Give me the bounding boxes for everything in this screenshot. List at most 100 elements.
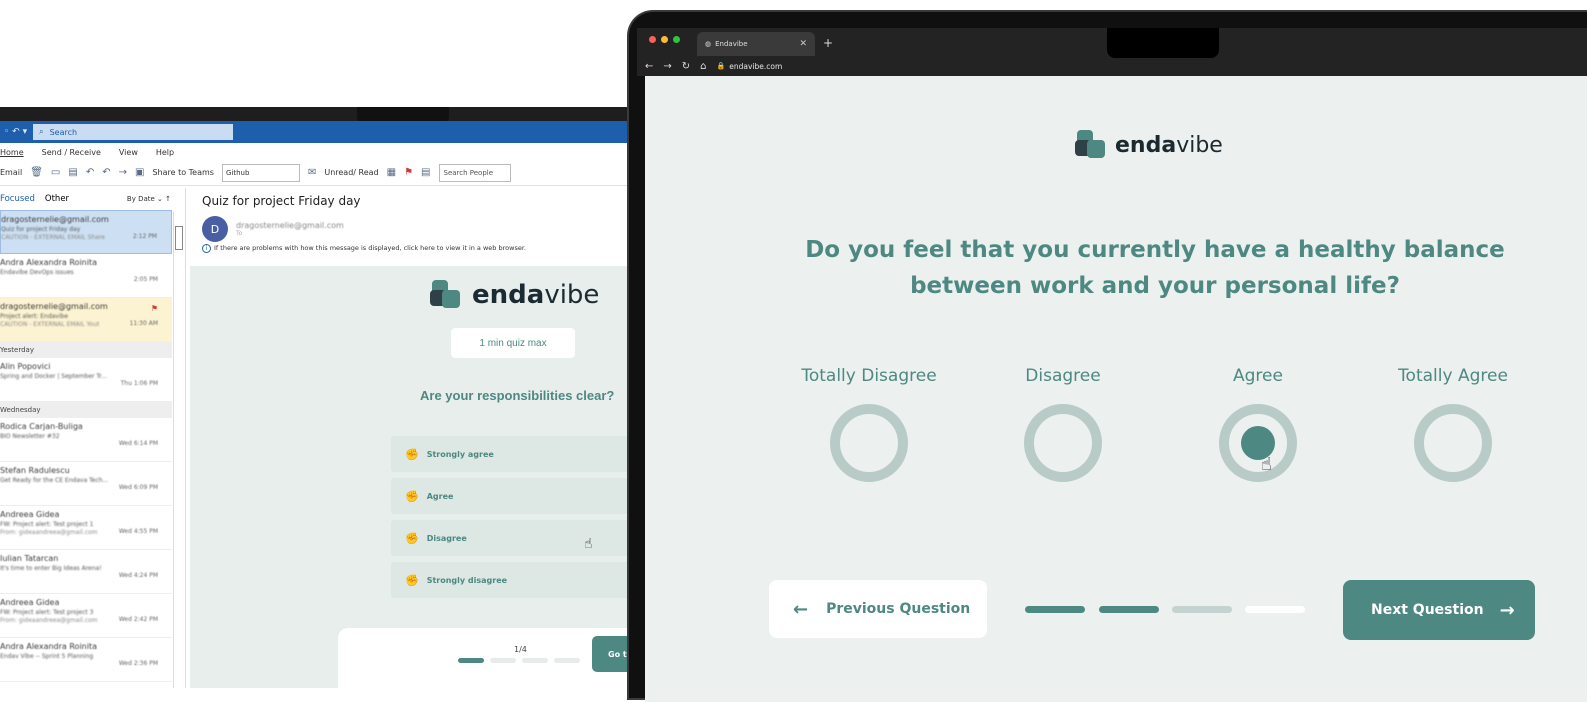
outlook-search-box[interactable]: ⌕ Search: [33, 124, 234, 140]
menu-view[interactable]: View: [119, 148, 138, 160]
sender-row: D dragosternelie@gmail.com To: [190, 208, 640, 242]
mail-subject: Endav Vibe -- Sprint 5 Planning: [0, 653, 94, 660]
quiz-duration-badge: 1 min quiz max: [451, 328, 575, 358]
maximize-window-icon[interactable]: [673, 36, 680, 43]
mail-time: Wed 6:09 PM: [118, 484, 158, 491]
forward-icon[interactable]: →: [119, 167, 127, 178]
menu-help[interactable]: Help: [156, 148, 174, 160]
mail-from: Andra Alexandra Roinita: [0, 258, 97, 267]
message-subject: Quiz for project Friday day: [202, 194, 361, 208]
new-tab-icon[interactable]: +: [823, 36, 833, 50]
group-header-wednesday[interactable]: Wednesday: [0, 402, 172, 418]
sort-dropdown[interactable]: By Date ⌄ ↑: [127, 195, 171, 203]
choice-label: Totally Disagree: [801, 366, 937, 386]
forward-icon[interactable]: →: [663, 61, 671, 72]
lock-icon: 🔒: [716, 62, 726, 70]
reply-icon[interactable]: ↶: [86, 167, 94, 178]
option-label: Strongly disagree: [426, 575, 508, 585]
browser-tab[interactable]: ◍ Endavibe ✕: [697, 32, 815, 56]
back-icon[interactable]: ←: [645, 61, 653, 72]
list-item[interactable]: Andra Alexandra Roinita Endav Vibe -- Sp…: [0, 638, 172, 682]
mail-from: dragosternelie@gmail.com: [0, 302, 108, 311]
choice-totally-agree[interactable]: Totally Agree: [1353, 366, 1553, 482]
choice-radio[interactable]: [830, 404, 908, 482]
group-header-yesterday[interactable]: Yesterday: [0, 342, 172, 358]
list-item[interactable]: Andra Alexandra Roinita Endavibe DevOps …: [0, 254, 172, 298]
thumbs-up-icon: ✊: [405, 447, 419, 461]
survey-question: Do you feel that you currently have a he…: [805, 237, 1505, 299]
mail-subject: Quiz for project Friday day: [1, 226, 81, 233]
choice-agree[interactable]: Agree: [1158, 366, 1358, 482]
previous-question-button[interactable]: ← Previous Question: [769, 580, 987, 638]
policy-icon[interactable]: ▤: [421, 167, 430, 178]
delete-icon[interactable]: 🗑: [30, 167, 43, 178]
avatar[interactable]: D: [202, 216, 228, 242]
new-email-button[interactable]: Email: [0, 168, 22, 177]
archive-icon[interactable]: ▭: [51, 167, 60, 178]
mail-time: 2:12 PM: [132, 233, 157, 240]
progress-step-1: [1025, 606, 1085, 613]
list-item[interactable]: Andreea Gidea FW: Project alert: Test pr…: [0, 594, 172, 638]
mail-time: Wed 2:42 PM: [118, 616, 158, 623]
address-bar[interactable]: 🔒 endavibe.com: [717, 62, 783, 71]
ribbon-toolbar: Email 🗑 ▭ ▤ ↶ ↶ → ▣ Share to Teams Githu…: [0, 160, 640, 186]
endavibe-logo-icon: [1075, 130, 1105, 158]
option-strongly-agree[interactable]: ✊ Strongly agree: [391, 436, 640, 472]
categorize-icon[interactable]: ▦: [387, 167, 396, 178]
next-question-button[interactable]: Next Question →: [1343, 580, 1535, 640]
progress-segment: [554, 658, 580, 663]
close-tab-icon[interactable]: ✕: [799, 39, 807, 49]
outlook-titlebar: ◦ ↶ ▾ ⌕ Search: [0, 121, 640, 143]
list-item[interactable]: dragosternelie@gmail.com Quiz for projec…: [0, 210, 172, 254]
unread-read-button[interactable]: Unread/ Read: [324, 168, 378, 177]
list-item[interactable]: Andreea Gidea FW: Project alert: Test pr…: [0, 506, 172, 550]
mail-from: Alin Popovici: [0, 362, 51, 371]
envelope-icon: ✉: [307, 167, 317, 178]
menu-send-receive[interactable]: Send / Receive: [42, 148, 101, 160]
reply-all-icon[interactable]: ↶: [102, 167, 110, 178]
browser-nav: ← → ↻ ⌂ 🔒 endavibe.com: [645, 56, 782, 76]
info-bar[interactable]: i If there are problems with how this mes…: [190, 242, 640, 253]
minimize-window-icon[interactable]: [661, 36, 668, 43]
list-item[interactable]: Alin Popovici Spring and Docker | Septem…: [0, 358, 172, 402]
quick-access-icon[interactable]: ◦ ↶ ▾: [4, 127, 27, 137]
outlook-window: ◦ ↶ ▾ ⌕ Search Home Send / Receive View …: [0, 121, 640, 688]
mail-time: 11:30 AM: [129, 320, 158, 327]
progress-step-2: [1099, 606, 1159, 613]
progress-segment: [490, 658, 516, 663]
tab-focused[interactable]: Focused: [0, 194, 35, 204]
tab-title: Endavibe: [715, 40, 748, 48]
choice-disagree[interactable]: Disagree: [963, 366, 1163, 482]
browser-laptop: ◍ Endavibe ✕ + ← → ↻ ⌂ 🔒 endavibe.com en…: [627, 10, 1587, 702]
list-item[interactable]: ⚑ dragosternelie@gmail.com Project alert…: [0, 298, 172, 342]
quick-steps-dropdown[interactable]: Github: [221, 163, 300, 182]
move-icon[interactable]: ▤: [68, 167, 77, 178]
list-item[interactable]: Stefan Radulescu Get Ready for the CE En…: [0, 462, 172, 506]
sender-email[interactable]: dragosternelie@gmail.com: [236, 221, 344, 230]
home-icon[interactable]: ⌂: [700, 61, 706, 72]
choice-radio[interactable]: [1414, 404, 1492, 482]
option-disagree[interactable]: ✊ Disagree: [391, 520, 640, 556]
option-agree[interactable]: ✊ Agree: [391, 478, 640, 514]
share-to-teams-button[interactable]: Share to Teams: [152, 168, 214, 177]
flag-icon[interactable]: ⚑: [404, 167, 413, 178]
mail-from: Andreea Gidea: [0, 598, 60, 607]
arrow-left-icon: ←: [793, 598, 809, 620]
list-item[interactable]: Rodica Carjan-Buliga BIO Newsletter #32 …: [0, 418, 172, 462]
close-window-icon[interactable]: [649, 36, 656, 43]
search-people-field[interactable]: Search People: [438, 163, 511, 182]
list-item[interactable]: Iulian Tatarcan It's time to enter Big I…: [0, 550, 172, 594]
choice-radio-selected[interactable]: [1219, 404, 1297, 482]
tab-other[interactable]: Other: [45, 194, 69, 204]
scrollbar-thumb[interactable]: [175, 226, 183, 250]
logo-light: vibe: [1176, 132, 1223, 158]
list-scrollbar[interactable]: [173, 212, 183, 688]
arrow-right-icon: →: [1499, 599, 1515, 621]
reload-icon[interactable]: ↻: [682, 61, 690, 72]
menu-home[interactable]: Home: [0, 148, 24, 160]
choice-radio[interactable]: [1024, 404, 1102, 482]
option-strongly-disagree[interactable]: ✊ Strongly disagree: [391, 562, 640, 598]
info-icon: i: [202, 244, 211, 253]
endavibe-logo-icon: [430, 280, 460, 308]
choice-totally-disagree[interactable]: Totally Disagree: [769, 366, 969, 482]
